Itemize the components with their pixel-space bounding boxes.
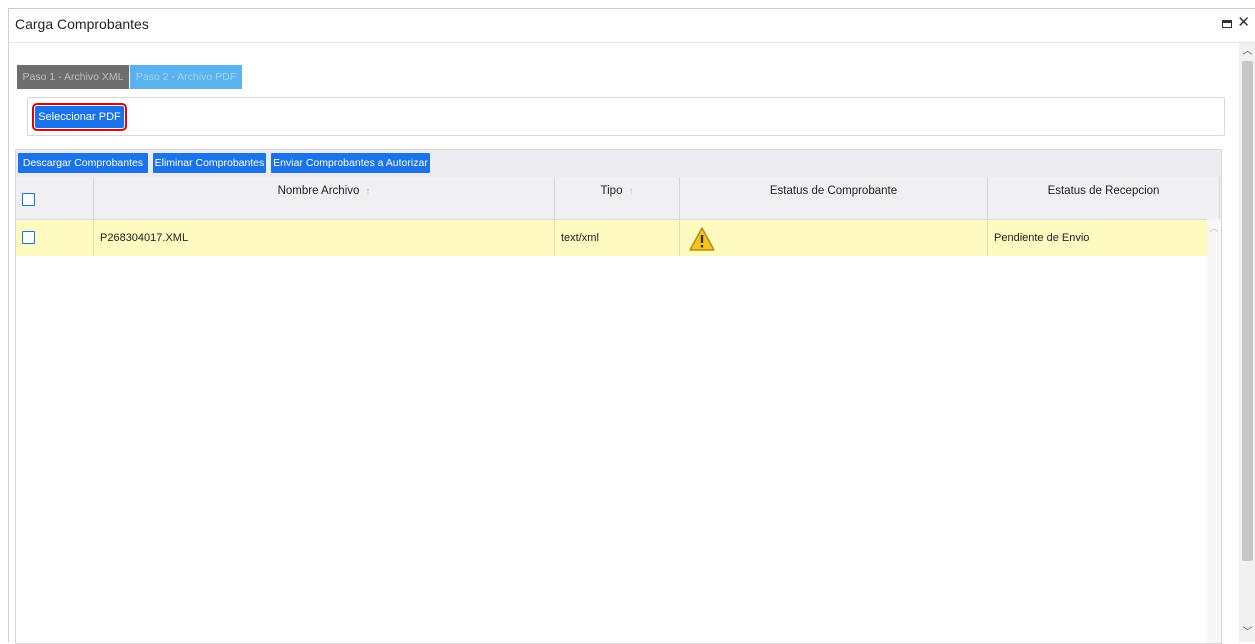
cell-tipo: text/xml [555,220,680,256]
scroll-down-icon[interactable]: ﹀ [1239,626,1255,640]
window-scrollbar[interactable]: ︿ ﹀ [1239,43,1255,642]
header-nombre-archivo[interactable]: Nombre Archivo ↑ [94,177,555,219]
delete-comprobantes-button[interactable]: Eliminar Comprobantes [153,153,266,173]
header-nombre-label: Nombre Archivo [277,185,360,197]
sort-arrow-icon: ↑ [628,186,634,197]
cell-estatus-comprobante [680,220,988,256]
row-checkbox[interactable] [22,231,35,244]
carga-comprobantes-window: Carga Comprobantes ✕ Paso 1 - Archivo XM… [8,8,1255,644]
header-select-cell [16,177,94,219]
grid-header: Nombre Archivo ↑ Tipo ↑ Estatus de Comprob… [16,177,1221,220]
cell-estatus-recepcion: Pendiente de Envio [994,232,1090,244]
close-icon[interactable]: ✕ [1237,15,1250,30]
header-estatus-recepcion[interactable]: Estatus de Recepcion [988,177,1220,219]
comprobantes-grid: Descargar Comprobantes Eliminar Comproba… [15,149,1222,644]
maximize-icon[interactable] [1222,20,1232,28]
header-tipo-label: Tipo [600,185,623,197]
header-estatus-comprobante[interactable]: Estatus de Comprobante [680,177,988,219]
pdf-upload-panel: Seleccionar PDF [27,97,1225,136]
scroll-up-icon[interactable]: ︿ [1239,45,1255,59]
select-pdf-button[interactable]: Seleccionar PDF [32,103,127,131]
tab-paso-2[interactable]: Paso 2 - Archivo PDF [130,65,242,89]
download-comprobantes-button[interactable]: Descargar Comprobantes [18,153,148,173]
window-title: Carga Comprobantes [15,16,149,32]
header-estatus-comprobante-label: Estatus de Comprobante [769,185,898,197]
grid-scrollbar[interactable]: ︿ [1207,219,1221,643]
grid-toolbar: Descargar Comprobantes Eliminar Comproba… [16,150,1221,177]
header-estatus-recepcion-label: Estatus de Recepcion [1047,185,1160,197]
window-titlebar: Carga Comprobantes ✕ [9,9,1255,43]
send-comprobantes-button[interactable]: Enviar Comprobantes a Autorizar [271,153,430,173]
select-all-checkbox[interactable] [22,193,35,206]
table-row[interactable]: P268304017.XML text/xml Pendiente de Env… [16,220,1219,256]
row-select-cell [16,220,94,256]
scroll-up-icon[interactable]: ︿ [1207,221,1221,234]
sort-arrow-icon: ↑ [365,186,371,197]
tab-paso-1[interactable]: Paso 1 - Archivo XML [17,65,129,89]
header-tipo[interactable]: Tipo ↑ [555,177,680,219]
scrollbar-thumb[interactable] [1242,61,1253,561]
cell-nombre-archivo: P268304017.XML [94,220,555,256]
warning-icon [689,227,715,251]
